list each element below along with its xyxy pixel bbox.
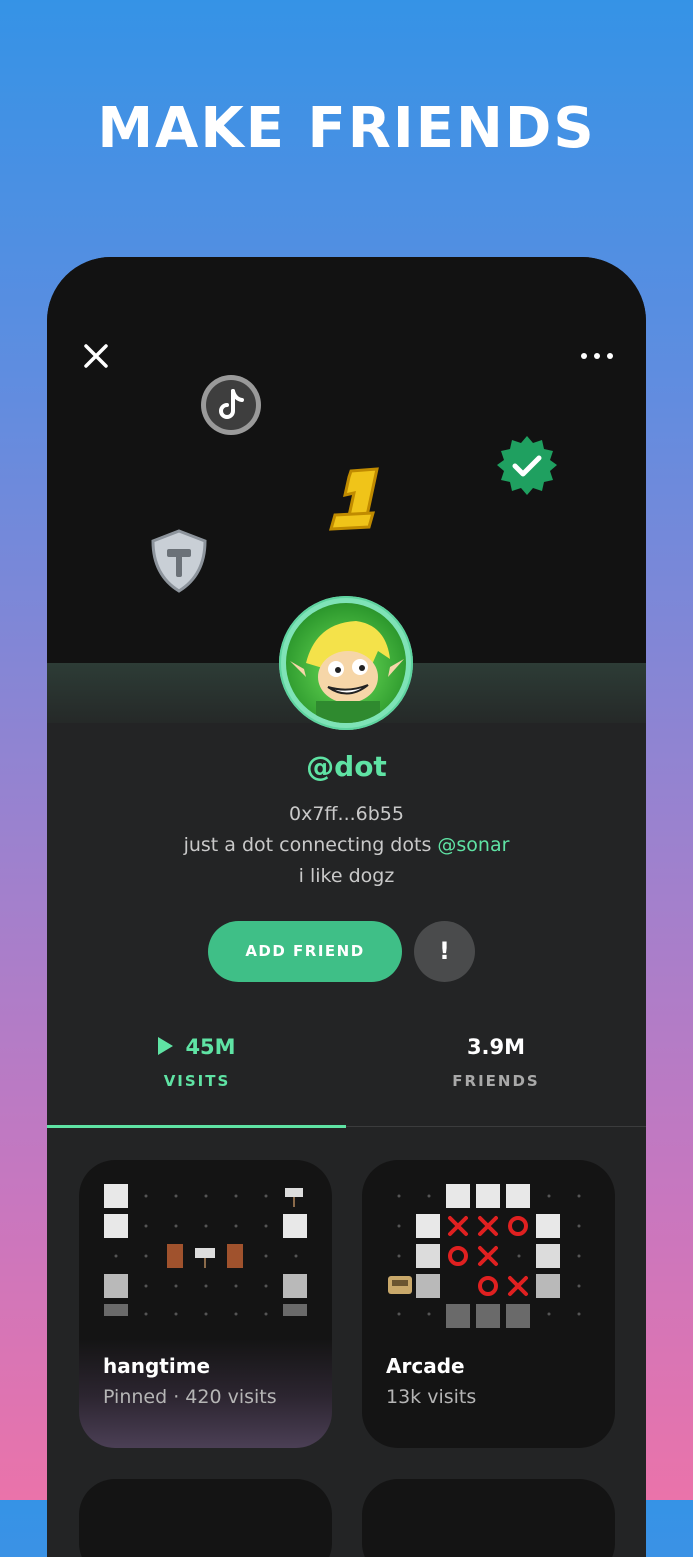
builder-shield-badge-icon	[151, 529, 207, 593]
friends-label: FRIENDS	[452, 1072, 540, 1090]
bio-line-2: i like dogz	[298, 865, 395, 887]
profile-screen: @dot 0x7ff...6b55 just a dot connecting …	[47, 257, 646, 1557]
add-friend-button[interactable]: ADD FRIEND	[208, 921, 402, 982]
space-subtitle: 13k visits	[386, 1386, 477, 1408]
play-icon	[158, 1037, 174, 1055]
avatar-image	[290, 621, 404, 723]
wallet-address: 0x7ff...6b55	[289, 803, 404, 825]
bio-mention-link[interactable]: @sonar	[437, 834, 509, 856]
bio-line-1: just a dot connecting dots @sonar	[47, 834, 646, 856]
verified-badge-icon	[497, 436, 557, 495]
close-button[interactable]	[81, 341, 111, 371]
space-card-partial[interactable]	[362, 1479, 615, 1557]
more-icon	[581, 353, 587, 359]
space-title: Arcade	[386, 1354, 465, 1378]
space-card-partial[interactable]	[79, 1479, 332, 1557]
space-subtitle: Pinned · 420 visits	[103, 1386, 277, 1408]
hangtime-preview	[104, 1184, 307, 1316]
number-one-badge-icon	[328, 467, 379, 531]
tab-visits[interactable]: 45M VISITS	[47, 1032, 347, 1090]
visits-label: VISITS	[163, 1072, 231, 1090]
exclamation-icon: !	[439, 937, 450, 965]
space-title: hangtime	[103, 1354, 211, 1378]
tiktok-badge-icon	[201, 375, 261, 435]
report-button[interactable]: !	[414, 921, 475, 982]
avatar[interactable]	[279, 596, 413, 730]
visits-count: 45M	[185, 1035, 236, 1059]
tab-friends[interactable]: 3.9M FRIENDS	[346, 1032, 646, 1090]
username: @dot	[306, 750, 387, 783]
close-icon	[84, 344, 108, 368]
arcade-preview	[388, 1184, 581, 1328]
bio-text: just a dot connecting dots	[183, 834, 438, 856]
tab-active-indicator	[47, 1125, 346, 1128]
space-card-hangtime[interactable]: hangtime Pinned · 420 visits	[79, 1160, 332, 1448]
space-card-arcade[interactable]: Arcade 13k visits	[362, 1160, 615, 1448]
friends-count: 3.9M	[466, 1035, 526, 1059]
headline: MAKE FRIENDS	[97, 96, 596, 161]
more-options-button[interactable]	[579, 343, 615, 367]
